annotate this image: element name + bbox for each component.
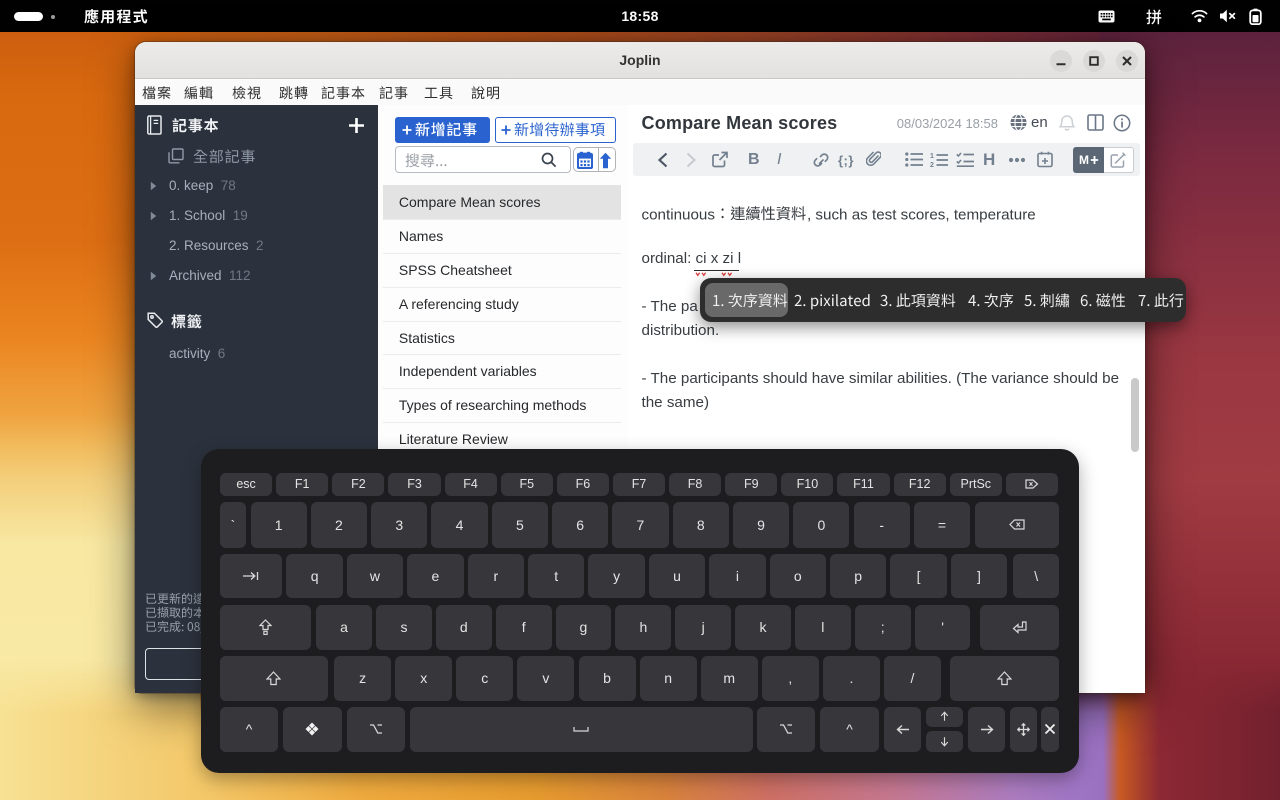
svg-text:2: 2	[930, 162, 934, 168]
svg-text:1: 1	[930, 153, 934, 160]
